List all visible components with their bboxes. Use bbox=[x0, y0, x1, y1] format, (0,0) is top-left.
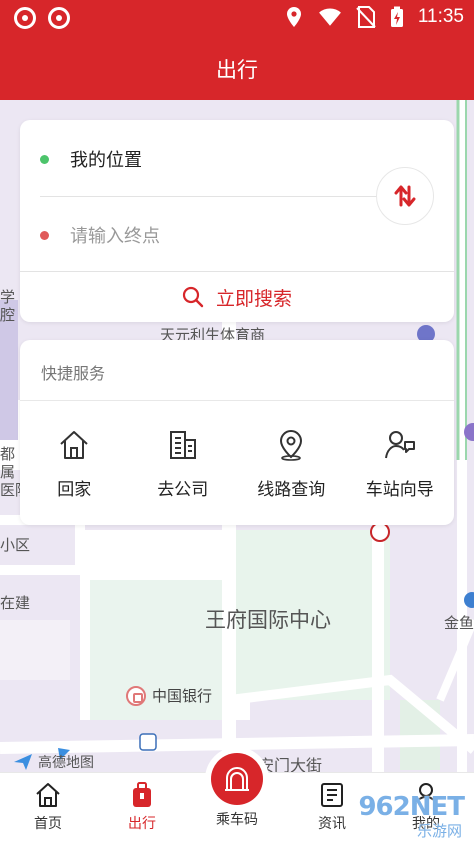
search-button[interactable]: 立即搜索 bbox=[20, 272, 454, 322]
origin-dot-icon bbox=[40, 154, 49, 164]
map-label-bank: 中国银行 bbox=[152, 687, 213, 705]
map-poi-bank[interactable]: 中国银行 bbox=[126, 685, 212, 706]
quick-item-company[interactable]: 去公司 bbox=[129, 428, 238, 500]
nav-travel[interactable]: 出行 bbox=[102, 781, 182, 833]
nav-home[interactable]: 首页 bbox=[8, 781, 88, 833]
quick-item-label: 去公司 bbox=[157, 480, 209, 500]
search-button-label: 立即搜索 bbox=[215, 287, 292, 310]
location-icon bbox=[286, 7, 301, 27]
divider bbox=[40, 196, 382, 197]
wifi-icon bbox=[318, 8, 341, 26]
nav-label: 首页 bbox=[34, 816, 62, 832]
quick-item-label: 回家 bbox=[57, 480, 92, 500]
search-icon bbox=[182, 286, 204, 308]
divider bbox=[20, 400, 454, 401]
map-label-center: 王府国际中心 bbox=[205, 608, 331, 632]
news-icon bbox=[321, 783, 343, 807]
nav-ride-code[interactable]: 乘车码 bbox=[197, 753, 277, 829]
origin-field[interactable]: 我的位置 bbox=[20, 139, 370, 179]
battery-charging-icon bbox=[390, 6, 403, 27]
bank-icon bbox=[126, 685, 146, 706]
watermark-text: 962NET bbox=[358, 792, 465, 822]
destination-field[interactable]: 请输入终点 bbox=[20, 215, 370, 255]
quick-services-title: 快捷服务 bbox=[41, 364, 106, 383]
map-provider-label: 高德地图 bbox=[38, 755, 94, 771]
quick-item-label: 车站向导 bbox=[365, 480, 434, 500]
suitcase-icon bbox=[133, 782, 151, 807]
app-notification-icon bbox=[14, 7, 36, 29]
guide-person-icon bbox=[384, 431, 415, 459]
route-card: 我的位置 请输入终点 立即搜索 bbox=[20, 120, 454, 322]
status-bar: 11:35 bbox=[0, 0, 474, 36]
quick-item-route-query[interactable]: 线路查询 bbox=[237, 428, 346, 500]
destination-dot-icon bbox=[40, 230, 49, 240]
metro-gate-icon bbox=[225, 767, 249, 791]
map-label-left-6: 小区 bbox=[0, 536, 31, 554]
nav-label: 出行 bbox=[128, 816, 156, 832]
home-icon bbox=[36, 783, 60, 807]
swap-button[interactable] bbox=[376, 167, 434, 225]
map-label-right-1: 金鱼 bbox=[444, 614, 474, 632]
quick-item-home[interactable]: 回家 bbox=[20, 428, 129, 500]
bottom-nav: 首页 出行 乘车码 资讯 我的 962NET 乐游网 bbox=[0, 753, 474, 844]
office-building-icon bbox=[169, 431, 196, 459]
watermark-subtext: 乐游网 bbox=[416, 822, 462, 840]
map-label-left-7: 在建 bbox=[0, 594, 31, 612]
swap-arrows-icon bbox=[394, 185, 416, 207]
destination-placeholder: 请输入终点 bbox=[70, 226, 160, 247]
quick-item-station-guide[interactable]: 车站向导 bbox=[346, 428, 455, 500]
app-notification-icon bbox=[48, 7, 70, 29]
amap-logo-icon bbox=[14, 754, 32, 770]
location-pin-icon bbox=[280, 429, 303, 461]
page-title: 出行 bbox=[216, 58, 258, 82]
nav-label: 乘车码 bbox=[216, 812, 258, 828]
home-icon bbox=[60, 431, 88, 459]
watermark: 962NET 乐游网 bbox=[358, 792, 470, 842]
nav-label: 资讯 bbox=[318, 816, 346, 832]
ride-code-button[interactable] bbox=[211, 753, 263, 805]
no-sim-icon bbox=[356, 6, 376, 28]
map-provider-logo: 高德地图 bbox=[12, 752, 94, 772]
map-label-left-2: 腔 bbox=[0, 306, 16, 324]
app-bar: 出行 bbox=[0, 36, 474, 100]
status-time: 11:35 bbox=[417, 6, 464, 27]
origin-text: 我的位置 bbox=[70, 150, 142, 171]
quick-item-label: 线路查询 bbox=[257, 480, 326, 500]
quick-services-card: 快捷服务 回家 去公司 线路查询 车站向导 bbox=[20, 340, 454, 525]
